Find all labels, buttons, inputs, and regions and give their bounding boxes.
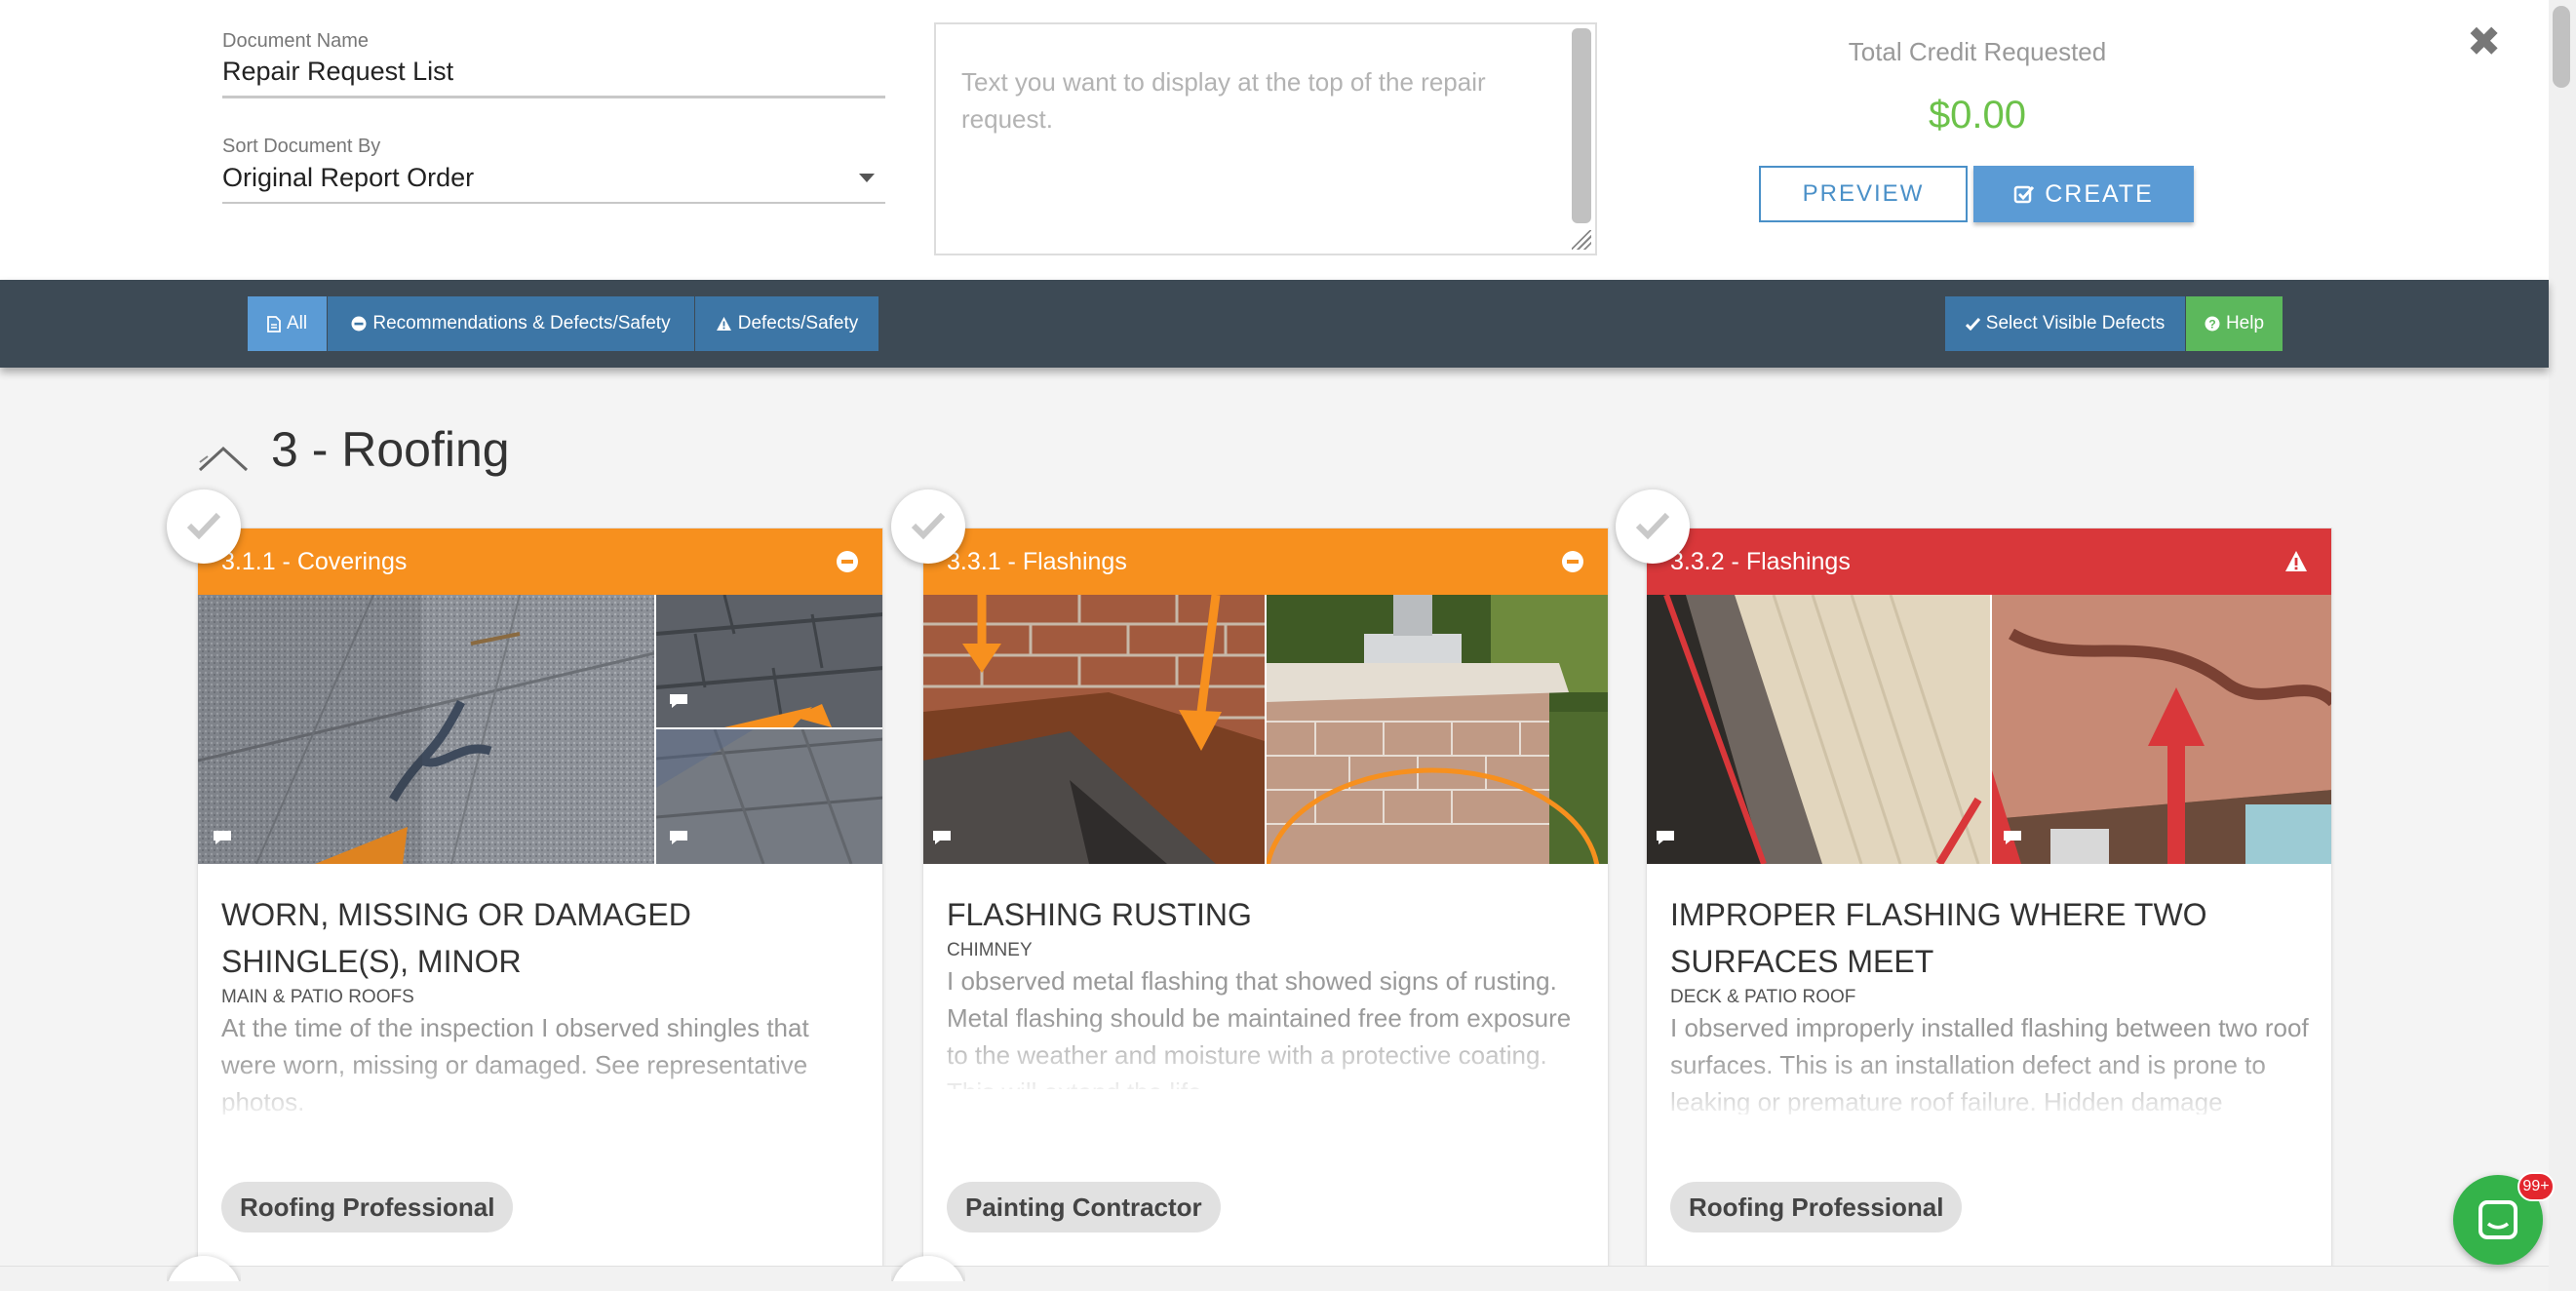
- select-checkbox[interactable]: [891, 1252, 965, 1281]
- card-header: 3.3.2 - Flashings: [1647, 528, 2331, 595]
- document-name-underline: [222, 96, 885, 98]
- card-header: 3.1.1 - Coverings: [198, 528, 882, 595]
- card-header: 3.3.1 - Flashings: [923, 528, 1608, 595]
- check-icon: [1635, 512, 1670, 540]
- contractor-tag[interactable]: Roofing Professional: [221, 1182, 514, 1232]
- contractor-tag-label: Roofing Professional: [240, 1192, 495, 1222]
- file-icon: [267, 315, 281, 333]
- card-header-label: 3.3.2 - Flashings: [1670, 547, 1851, 575]
- section-title: 3 - Roofing: [271, 422, 510, 477]
- help-button[interactable]: ? Help: [2186, 296, 2283, 351]
- check-icon: [911, 512, 946, 540]
- preview-button[interactable]: PREVIEW: [1759, 166, 1968, 222]
- filter-defects-label: Defects/Safety: [737, 313, 859, 333]
- select-checkbox[interactable]: [1616, 489, 1690, 564]
- comment-icon: [670, 694, 687, 708]
- notification-badge: 99+: [2517, 1172, 2555, 1201]
- shingle-photo[interactable]: [656, 595, 883, 727]
- chevron-down-icon[interactable]: [859, 174, 875, 182]
- create-label: CREATE: [2045, 179, 2154, 208]
- chat-icon: [2478, 1200, 2517, 1239]
- shingle-photo[interactable]: [198, 595, 654, 864]
- card-title: Worn, Missing or Damaged Shingle(s), Min…: [221, 897, 691, 979]
- card-location: Chimney: [947, 940, 1033, 960]
- page-scrollbar-thumb[interactable]: [2553, 6, 2570, 88]
- card-description: I observed metal flashing that showed si…: [947, 966, 1572, 1089]
- filter-bar: All Recommendations & Defects/Safety Def…: [0, 280, 2549, 368]
- card-title: Flashing Rusting: [947, 897, 1252, 932]
- card-location: Deck & Patio Roof: [1670, 987, 1856, 1007]
- intro-textarea[interactable]: Text you want to display at the top of t…: [934, 22, 1597, 255]
- card-header-label: 3.1.1 - Coverings: [221, 547, 408, 575]
- card-photo-grid: [923, 595, 1608, 864]
- warning-triangle-icon: [2285, 551, 2307, 571]
- sort-underline: [222, 202, 885, 204]
- credit-label: Total Credit Requested: [1848, 37, 2107, 66]
- comment-icon: [214, 831, 231, 844]
- page-footer-bar: [0, 1266, 2549, 1291]
- sort-label: Sort Document By: [222, 136, 381, 157]
- filter-recommendations-button[interactable]: Recommendations & Defects/Safety: [328, 296, 694, 351]
- card-photo-grid: [198, 595, 882, 864]
- card-description: At the time of the inspection I observed…: [221, 1013, 809, 1115]
- check-icon: [186, 512, 221, 540]
- select-checkbox[interactable]: [891, 489, 965, 564]
- defect-card[interactable]: 3.1.1 - Coverings WORN, MISSING OR DAMAG…: [197, 528, 883, 1269]
- help-label: Help: [2225, 313, 2265, 333]
- repair-request-form: Document Name Repair Request List Sort D…: [0, 0, 2549, 280]
- check-square-icon: [2013, 185, 2035, 204]
- filter-recommendations-label: Recommendations & Defects/Safety: [372, 313, 671, 333]
- roof-underside-photo[interactable]: [1992, 595, 2332, 864]
- chevron-up-icon[interactable]: [198, 441, 249, 474]
- create-button[interactable]: CREATE: [1973, 166, 2194, 222]
- warning-triangle-icon: [716, 317, 731, 331]
- defect-card[interactable]: 3.3.1 - Flashings FLASHING RUSTING CHIMN…: [922, 528, 1609, 1269]
- minus-circle-icon: [1562, 551, 1583, 572]
- filter-all-label: All: [286, 313, 308, 333]
- filter-all-button[interactable]: All: [248, 296, 327, 351]
- card-title: Improper Flashing Where Two Surfaces Mee…: [1670, 897, 2207, 979]
- comment-icon: [670, 831, 687, 844]
- shingle-photo[interactable]: [656, 729, 883, 864]
- card-header-label: 3.3.1 - Flashings: [947, 547, 1127, 575]
- textarea-scrollbar[interactable]: [1572, 28, 1591, 223]
- select-visible-defects-label: Select Visible Defects: [1985, 313, 2166, 333]
- svg-text:?: ?: [2208, 318, 2215, 332]
- comment-icon: [933, 831, 951, 844]
- select-checkbox[interactable]: [167, 489, 241, 564]
- document-name-label: Document Name: [222, 30, 370, 52]
- minus-circle-icon: [837, 551, 858, 572]
- minus-circle-icon: [351, 316, 367, 332]
- check-icon: [1965, 317, 1980, 331]
- intro-placeholder: Text you want to display at the top of t…: [961, 67, 1486, 134]
- credit-value: $0.00: [1928, 94, 2027, 137]
- resize-grip-icon[interactable]: [1572, 230, 1591, 250]
- question-circle-icon: ?: [2205, 316, 2220, 332]
- close-icon[interactable]: ✖: [2467, 21, 2501, 62]
- flashing-photo[interactable]: [1647, 595, 1990, 864]
- flashing-photo[interactable]: [923, 595, 1265, 864]
- contractor-tag-label: Roofing Professional: [1689, 1192, 1944, 1222]
- defect-card[interactable]: 3.3.2 - Flashings Improper Flashing Wher…: [1646, 528, 2332, 1269]
- comment-icon: [2004, 831, 2021, 844]
- preview-label: PREVIEW: [1802, 180, 1925, 207]
- filter-defects-button[interactable]: Defects/Safety: [695, 296, 878, 351]
- document-name-input[interactable]: Repair Request List: [222, 57, 453, 87]
- comment-icon: [1657, 831, 1674, 844]
- sort-select[interactable]: Original Report Order: [222, 163, 474, 193]
- card-description: I observed improperly installed flashing…: [1670, 1013, 2309, 1115]
- card-photo-grid: [1647, 595, 2331, 864]
- contractor-tag-label: Painting Contractor: [965, 1192, 1202, 1222]
- contractor-tag[interactable]: Painting Contractor: [947, 1182, 1221, 1232]
- card-location: Main & Patio Roofs: [221, 987, 414, 1007]
- select-visible-defects-button[interactable]: Select Visible Defects: [1945, 296, 2185, 351]
- contractor-tag[interactable]: Roofing Professional: [1670, 1182, 1963, 1232]
- select-checkbox[interactable]: [167, 1252, 241, 1281]
- page-scrollbar[interactable]: [2549, 0, 2576, 1291]
- chimney-photo[interactable]: [1267, 595, 1609, 864]
